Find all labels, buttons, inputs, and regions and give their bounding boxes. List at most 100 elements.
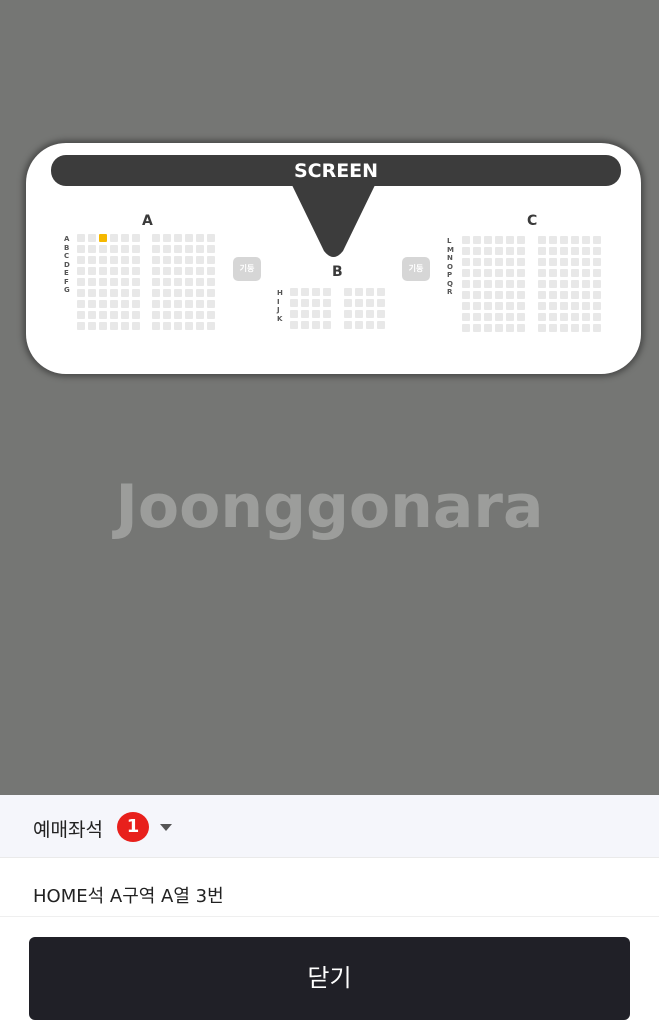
seat[interactable] [152,300,160,308]
seat[interactable] [484,324,492,332]
seat[interactable] [462,313,470,321]
seat[interactable] [593,247,601,255]
seat[interactable] [484,269,492,277]
seat[interactable] [582,247,590,255]
seat[interactable] [344,288,352,296]
seat[interactable] [462,280,470,288]
seat[interactable] [593,236,601,244]
sheet-header[interactable]: 예매좌석 1 [0,795,659,858]
seat[interactable] [152,267,160,275]
seat[interactable] [163,234,171,242]
seat[interactable] [207,267,215,275]
seat[interactable] [110,245,118,253]
seat[interactable] [538,324,546,332]
seat[interactable] [290,321,298,329]
seat[interactable] [110,289,118,297]
seat[interactable] [290,310,298,318]
seat[interactable] [99,278,107,286]
seat[interactable] [207,322,215,330]
seat[interactable] [88,245,96,253]
seat[interactable] [517,291,525,299]
seat[interactable] [99,256,107,264]
seat[interactable] [174,311,182,319]
seat[interactable] [163,300,171,308]
seat[interactable] [582,236,590,244]
seat[interactable] [132,267,140,275]
seat[interactable] [495,269,503,277]
seat[interactable] [121,289,129,297]
seat[interactable] [174,267,182,275]
seat[interactable] [571,291,579,299]
seat[interactable] [355,288,363,296]
seat[interactable] [549,291,557,299]
seat[interactable] [110,311,118,319]
seat[interactable] [484,258,492,266]
seat[interactable] [355,321,363,329]
seat[interactable] [473,291,481,299]
seat[interactable] [77,267,85,275]
seat[interactable] [207,289,215,297]
seat[interactable] [549,236,557,244]
seat[interactable] [560,236,568,244]
seat[interactable] [506,236,514,244]
seat[interactable] [207,245,215,253]
seat[interactable] [517,269,525,277]
seat[interactable] [495,280,503,288]
seat[interactable] [110,278,118,286]
seat[interactable] [506,258,514,266]
seat[interactable] [121,322,129,330]
seat[interactable] [473,236,481,244]
seat[interactable] [196,267,204,275]
close-button[interactable]: 닫기 [29,937,630,1020]
seat[interactable] [132,300,140,308]
seat[interactable] [312,299,320,307]
seat[interactable] [582,291,590,299]
seat[interactable] [77,289,85,297]
seat[interactable] [560,291,568,299]
seat[interactable] [582,324,590,332]
seat[interactable] [560,247,568,255]
seat[interactable] [110,256,118,264]
seat[interactable] [506,324,514,332]
seat[interactable] [366,288,374,296]
seat[interactable] [121,256,129,264]
seat[interactable] [571,280,579,288]
seat[interactable] [571,302,579,310]
seat[interactable] [377,299,385,307]
seat[interactable] [538,280,546,288]
seat[interactable] [484,302,492,310]
seat[interactable] [185,256,193,264]
seat[interactable] [462,324,470,332]
seat[interactable] [99,245,107,253]
seat[interactable] [99,322,107,330]
seat[interactable] [506,280,514,288]
seat[interactable] [152,234,160,242]
seat[interactable] [582,313,590,321]
seat[interactable] [484,291,492,299]
seat[interactable] [163,278,171,286]
caret-down-icon[interactable] [160,824,172,831]
seat[interactable] [593,313,601,321]
seat[interactable] [174,278,182,286]
seat[interactable] [517,247,525,255]
seat[interactable] [77,300,85,308]
seat[interactable] [344,299,352,307]
seat[interactable] [196,300,204,308]
seat[interactable] [593,269,601,277]
seat[interactable] [301,321,309,329]
seat[interactable] [462,291,470,299]
seat[interactable] [110,267,118,275]
seat[interactable] [560,269,568,277]
seat[interactable] [196,245,204,253]
seat[interactable] [495,324,503,332]
seat[interactable] [312,288,320,296]
seat[interactable] [77,278,85,286]
seat[interactable] [366,310,374,318]
seat[interactable] [196,256,204,264]
seat[interactable] [506,291,514,299]
seat[interactable] [110,322,118,330]
seat[interactable] [571,236,579,244]
seat[interactable] [185,311,193,319]
seat[interactable] [121,311,129,319]
seat[interactable] [344,310,352,318]
